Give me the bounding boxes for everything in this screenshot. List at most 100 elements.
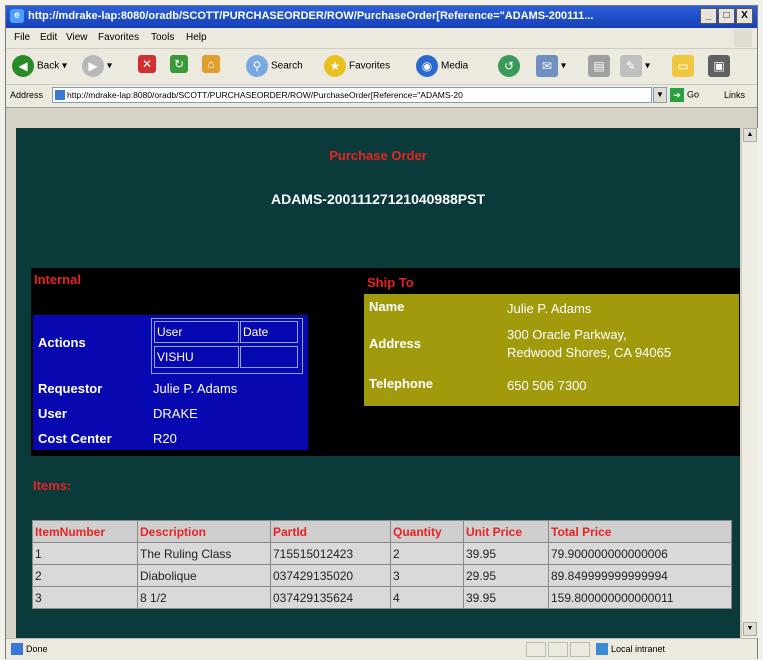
user-value: DRAKE — [153, 406, 198, 421]
folder-button[interactable]: ▭ — [672, 55, 697, 79]
address-input[interactable]: http://mdrake-lap:8080/oradb/SCOTT/PURCH… — [52, 87, 652, 103]
actions-header-date: Date — [240, 321, 298, 343]
maximize-button[interactable]: □ — [718, 8, 735, 24]
page-done-icon — [11, 643, 23, 655]
back-button[interactable]: ◀ Back ▾ — [12, 55, 67, 79]
edit-icon: ✎ — [620, 55, 642, 77]
status-text: Done — [26, 644, 48, 654]
mail-button[interactable]: ✉ ▾ — [536, 55, 566, 79]
menu-file[interactable]: File — [14, 32, 30, 43]
search-icon: ⚲ — [246, 55, 268, 77]
scroll-down-button[interactable]: ▼ — [743, 622, 757, 636]
browser-window: e http://mdrake-lap:8080/oradb/SCOTT/PUR… — [5, 5, 758, 660]
description-cell: Diabolique — [137, 564, 271, 587]
go-button[interactable]: ➔ Go — [670, 88, 699, 102]
page-icon — [55, 90, 65, 100]
requestor-value: Julie P. Adams — [153, 381, 238, 396]
quantity-cell: 3 — [390, 564, 464, 587]
menu-bar: File Edit View Favorites Tools Help — [6, 28, 757, 48]
item-number-cell: 3 — [32, 586, 138, 609]
minimize-button[interactable]: _ — [700, 8, 717, 24]
status-bar: Done Local intranet — [6, 638, 757, 660]
unit-price-cell: 39.95 — [463, 542, 549, 565]
table-row: 3 8 1/2 037429135624 4 39.95 159.8000000… — [32, 586, 732, 609]
media-globe-icon: ◉ — [416, 55, 438, 77]
menu-help[interactable]: Help — [186, 32, 207, 43]
home-button[interactable]: ⌂ — [202, 55, 223, 79]
address-bar: Address http://mdrake-lap:8080/oradb/SCO… — [6, 84, 757, 108]
history-button[interactable]: ↺ — [498, 55, 523, 79]
col-description: Description — [137, 520, 271, 543]
messenger-button[interactable]: ▣ — [708, 55, 733, 79]
items-header-row: ItemNumber Description PartId Quantity U… — [32, 520, 732, 543]
search-button[interactable]: ⚲ Search — [246, 55, 303, 79]
internal-section: Actions User Date VISHU Requestor Julie … — [33, 315, 308, 450]
ship-to-heading: Ship To — [367, 275, 414, 290]
menu-view[interactable]: View — [66, 32, 88, 43]
ship-to-section: Name Julie P. Adams Address 300 Oracle P… — [364, 294, 739, 406]
description-cell: The Ruling Class — [137, 542, 271, 565]
stop-button[interactable]: ✕ — [138, 55, 159, 79]
ship-address-line2: Redwood Shores, CA 94065 — [507, 345, 672, 360]
close-button[interactable]: X — [736, 8, 753, 24]
actions-header-user: User — [154, 321, 239, 343]
items-heading: Items: — [33, 478, 72, 493]
folder-icon: ▭ — [672, 55, 694, 77]
scroll-up-button[interactable]: ▲ — [743, 128, 757, 142]
table-row: 1 The Ruling Class 715515012423 2 39.95 … — [32, 542, 732, 565]
refresh-button[interactable]: ↻ — [170, 55, 191, 79]
description-cell: 8 1/2 — [137, 586, 271, 609]
ship-telephone-label: Telephone — [369, 376, 434, 391]
mail-icon: ✉ — [536, 55, 558, 77]
part-id-cell: 037429135624 — [270, 586, 391, 609]
actions-user-value: VISHU — [154, 346, 239, 368]
status-segment — [548, 642, 568, 657]
menu-edit[interactable]: Edit — [40, 32, 57, 43]
stop-icon: ✕ — [138, 55, 156, 73]
edit-button[interactable]: ✎ ▾ — [620, 55, 650, 79]
forward-button[interactable]: ▶ ▾ — [82, 55, 112, 79]
print-button[interactable]: ▤ — [588, 55, 613, 79]
cost-center-label: Cost Center — [38, 431, 112, 446]
ship-address-label: Address — [369, 336, 422, 351]
total-price-cell: 159.800000000000011 — [548, 586, 732, 609]
windows-logo-icon — [734, 29, 752, 47]
ship-address-line1: 300 Oracle Parkway, — [507, 327, 627, 342]
vertical-scrollbar[interactable]: ▲ ▼ — [741, 128, 758, 638]
col-total-price: Total Price — [548, 520, 732, 543]
unit-price-cell: 39.95 — [463, 586, 549, 609]
menu-favorites[interactable]: Favorites — [98, 32, 139, 43]
part-id-cell: 037429135020 — [270, 564, 391, 587]
internal-heading: Internal — [34, 272, 81, 287]
star-icon: ★ — [324, 55, 346, 77]
history-icon: ↺ — [498, 55, 520, 77]
actions-table: User Date VISHU — [151, 318, 303, 374]
po-reference: ADAMS-20011127121040988PST — [270, 191, 486, 207]
table-row: 2 Diabolique 037429135020 3 29.95 89.849… — [32, 564, 732, 587]
total-price-cell: 89.849999999999994 — [548, 564, 732, 587]
favorites-button[interactable]: ★ Favorites — [324, 55, 390, 79]
address-dropdown-button[interactable]: ▼ — [653, 87, 667, 103]
window-title: http://mdrake-lap:8080/oradb/SCOTT/PURCH… — [28, 10, 594, 22]
total-price-cell: 79.900000000000006 — [548, 542, 732, 565]
col-quantity: Quantity — [390, 520, 464, 543]
quantity-cell: 4 — [390, 586, 464, 609]
menu-tools[interactable]: Tools — [151, 32, 174, 43]
forward-arrow-icon: ▶ — [82, 55, 104, 77]
cost-center-value: R20 — [153, 431, 177, 446]
ship-name-value: Julie P. Adams — [507, 301, 592, 316]
actions-date-value — [240, 346, 298, 368]
links-button[interactable]: Links — [724, 90, 745, 100]
ie-icon: e — [10, 9, 24, 23]
page-title: Purchase Order — [329, 148, 427, 163]
item-number-cell: 1 — [32, 542, 138, 565]
messenger-icon: ▣ — [708, 55, 730, 77]
address-url: http://mdrake-lap:8080/oradb/SCOTT/PURCH… — [67, 90, 463, 100]
intranet-zone-icon — [596, 643, 608, 655]
ship-telephone-value: 650 506 7300 — [507, 378, 587, 393]
media-button[interactable]: ◉ Media — [416, 55, 468, 79]
item-number-cell: 2 — [32, 564, 138, 587]
part-id-cell: 715515012423 — [270, 542, 391, 565]
page-content: Purchase Order ADAMS-20011127121040988PS… — [16, 128, 740, 638]
quantity-cell: 2 — [390, 542, 464, 565]
